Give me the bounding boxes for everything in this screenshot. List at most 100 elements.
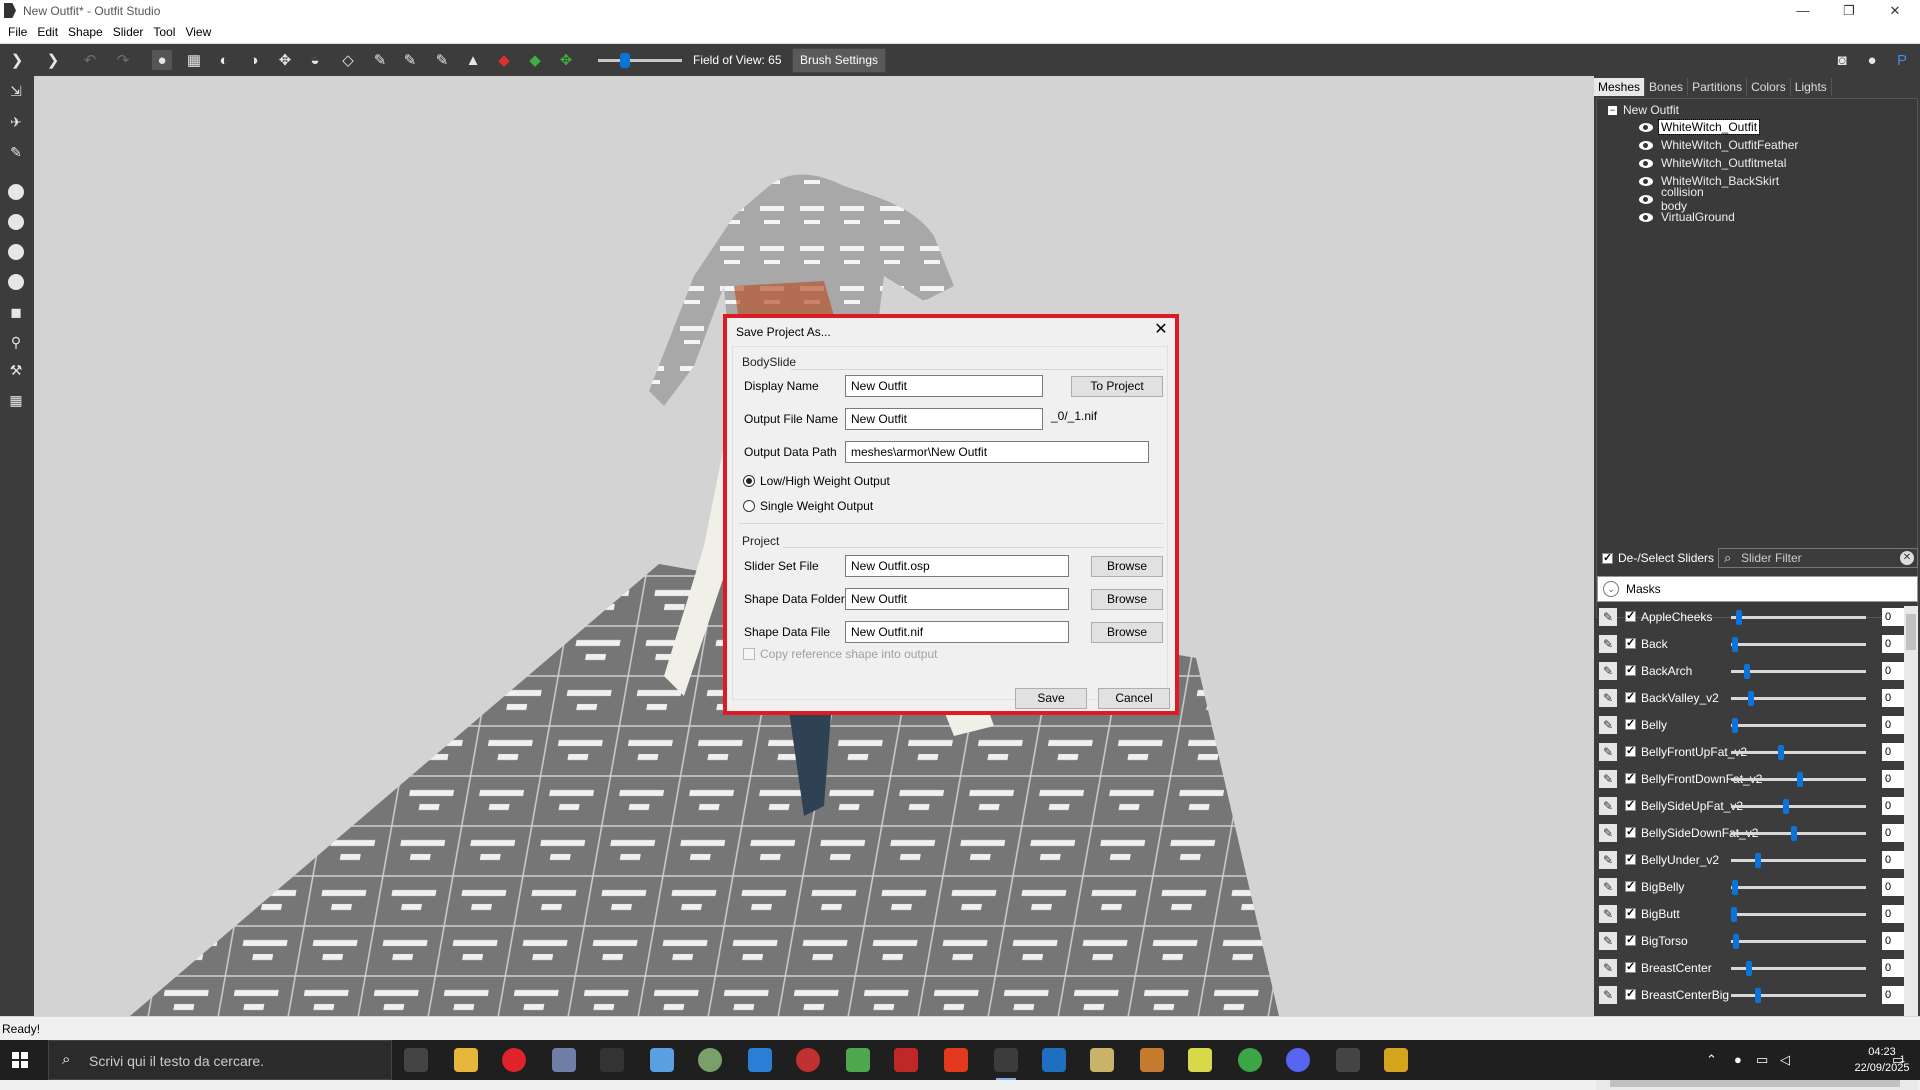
texture-icon[interactable] xyxy=(8,244,24,260)
slider-row[interactable]: ✎ BigBelly 0 xyxy=(1596,876,1904,898)
eye-icon[interactable] xyxy=(1639,122,1653,132)
tray-app-icon[interactable]: ● xyxy=(1734,1052,1742,1067)
split-edge-icon[interactable]: ◆ xyxy=(525,50,545,70)
clear-filter-icon[interactable]: ✕ xyxy=(1900,551,1914,565)
notepad-icon[interactable] xyxy=(846,1048,870,1072)
menu-view[interactable]: View xyxy=(180,22,216,43)
slider-track[interactable] xyxy=(1731,805,1866,808)
slider-thumb[interactable] xyxy=(1755,853,1761,868)
menu-shape[interactable]: Shape xyxy=(63,22,108,43)
tree-root-label[interactable]: New Outfit xyxy=(1623,103,1679,117)
slider-row[interactable]: ✎ BreastCenter 0 xyxy=(1596,957,1904,979)
slider-row[interactable]: ✎BellyFrontDownFat_v20 xyxy=(1596,768,1904,790)
menu-edit[interactable]: Edit xyxy=(32,22,63,43)
shape-file-field[interactable]: New Outfit.nif xyxy=(845,621,1069,643)
mesh-item[interactable]: WhiteWitch_Outfitmetal xyxy=(1639,155,1786,171)
tab-meshes[interactable]: Meshes xyxy=(1594,78,1646,96)
browse-slider-set-button[interactable]: Browse xyxy=(1091,556,1163,577)
slider-row[interactable]: ✎ Belly 0 xyxy=(1596,714,1904,736)
undiff-brush-icon[interactable]: ◇ xyxy=(338,50,358,70)
slider-value[interactable]: 0 xyxy=(1882,878,1904,896)
slider-checkbox[interactable] xyxy=(1625,960,1636,973)
pencil-icon[interactable]: ✎ xyxy=(1599,662,1617,680)
slider-thumb[interactable] xyxy=(1732,637,1739,652)
app-icon[interactable] xyxy=(796,1048,820,1072)
display-name-field[interactable]: New Outfit xyxy=(845,375,1043,397)
app-icon[interactable] xyxy=(748,1048,772,1072)
mask-brush-icon[interactable]: ▦ xyxy=(184,50,204,70)
tab-lights[interactable]: Lights xyxy=(1791,78,1832,96)
cancel-button[interactable]: Cancel xyxy=(1098,688,1170,709)
slider-value[interactable]: 0 xyxy=(1882,959,1904,977)
app-icon[interactable] xyxy=(698,1048,722,1072)
output-path-field[interactable]: meshes\armor\New Outfit xyxy=(845,441,1149,463)
paypal-icon[interactable]: P xyxy=(1892,50,1912,70)
slider-filter-input[interactable]: ⌕ Slider Filter ✕ xyxy=(1718,548,1918,568)
mesh-item[interactable]: VirtualGround xyxy=(1639,209,1735,225)
slider-track[interactable] xyxy=(1731,616,1866,619)
pencil-icon[interactable]: ✎ xyxy=(1599,743,1617,761)
slider-row[interactable]: ✎BellySideDownFat_v20 xyxy=(1596,822,1904,844)
select-brush-icon[interactable]: ● xyxy=(152,50,172,70)
slider-thumb[interactable] xyxy=(1745,961,1752,976)
weight-brush-icon[interactable]: ✎ xyxy=(370,50,390,70)
close-window-button[interactable]: ✕ xyxy=(1872,0,1918,22)
slider-track[interactable] xyxy=(1731,670,1866,673)
slider-thumb[interactable] xyxy=(1755,988,1761,1003)
tray-overflow-icon[interactable]: ⌃ xyxy=(1706,1052,1717,1068)
app-icon[interactable] xyxy=(1188,1048,1212,1072)
eye-icon[interactable] xyxy=(1639,194,1653,204)
eye-icon[interactable] xyxy=(1639,212,1653,222)
tab-bones[interactable]: Bones xyxy=(1645,78,1689,96)
slider-checkbox[interactable] xyxy=(1625,798,1636,811)
slider-thumb[interactable] xyxy=(1733,934,1740,949)
slider-checkbox[interactable] xyxy=(1625,879,1636,892)
deselect-checkbox[interactable] xyxy=(1602,551,1613,564)
slider-checkbox[interactable] xyxy=(1625,717,1636,730)
eye-icon[interactable] xyxy=(1639,158,1653,168)
slider-row[interactable]: ✎ BackArch 0 xyxy=(1596,660,1904,682)
fov-slider-thumb[interactable] xyxy=(620,53,631,68)
app-icon[interactable] xyxy=(650,1048,674,1072)
vscroll-thumb[interactable] xyxy=(1906,614,1916,650)
wireframe-icon[interactable] xyxy=(8,184,24,200)
single-weight-radio[interactable]: Single Weight Output xyxy=(743,499,873,513)
app-logo-icon[interactable]: ❯ xyxy=(7,50,27,70)
pencil-icon[interactable]: ✎ xyxy=(1599,689,1617,707)
slider-thumb[interactable] xyxy=(1796,772,1803,787)
menu-tool[interactable]: Tool xyxy=(148,22,180,43)
minimize-button[interactable]: — xyxy=(1780,0,1826,22)
opera-icon[interactable] xyxy=(502,1048,526,1072)
chrome-icon[interactable] xyxy=(1238,1048,1262,1072)
slider-value[interactable]: 0 xyxy=(1882,635,1904,653)
slider-row[interactable]: ✎ Back 0 xyxy=(1596,633,1904,655)
tab-colors[interactable]: Colors xyxy=(1747,78,1791,96)
slider-track[interactable] xyxy=(1731,751,1866,754)
vertex-tool-icon[interactable]: ✎ xyxy=(6,142,26,162)
mesh-item[interactable]: WhiteWitch_BackSkirt xyxy=(1639,173,1779,189)
mesh-item[interactable]: WhiteWitch_OutfitFeather xyxy=(1639,137,1798,153)
slider-thumb[interactable] xyxy=(1744,664,1751,679)
slider-checkbox[interactable] xyxy=(1625,852,1636,865)
app-icon[interactable] xyxy=(944,1048,968,1072)
discord-icon[interactable]: ◙ xyxy=(1832,50,1852,70)
mesh-item[interactable]: collision body xyxy=(1639,185,1704,213)
slider-value[interactable]: 0 xyxy=(1882,986,1904,1004)
slider-row[interactable]: ✎ AppleCheeks 0 xyxy=(1596,606,1904,628)
slider-thumb[interactable] xyxy=(1730,907,1737,922)
dialog-close-button[interactable]: ✕ xyxy=(1151,320,1171,340)
pencil-icon[interactable]: ✎ xyxy=(1599,797,1617,815)
pencil-icon[interactable]: ✎ xyxy=(1599,770,1617,788)
hscroll-thumb[interactable] xyxy=(1610,1079,1900,1087)
slider-set-field[interactable]: New Outfit.osp xyxy=(845,555,1069,577)
slider-checkbox[interactable] xyxy=(1625,906,1636,919)
app-icon[interactable] xyxy=(552,1048,576,1072)
slider-checkbox[interactable] xyxy=(1625,744,1636,757)
mesh-item[interactable]: WhiteWitch_Outfit xyxy=(1639,119,1761,135)
slider-value[interactable]: 0 xyxy=(1882,689,1904,707)
slider-track[interactable] xyxy=(1731,643,1866,646)
output-file-field[interactable]: New Outfit xyxy=(845,408,1043,430)
slider-track[interactable] xyxy=(1731,859,1866,862)
slider-value[interactable]: 0 xyxy=(1882,905,1904,923)
slider-checkbox[interactable] xyxy=(1625,987,1636,1000)
